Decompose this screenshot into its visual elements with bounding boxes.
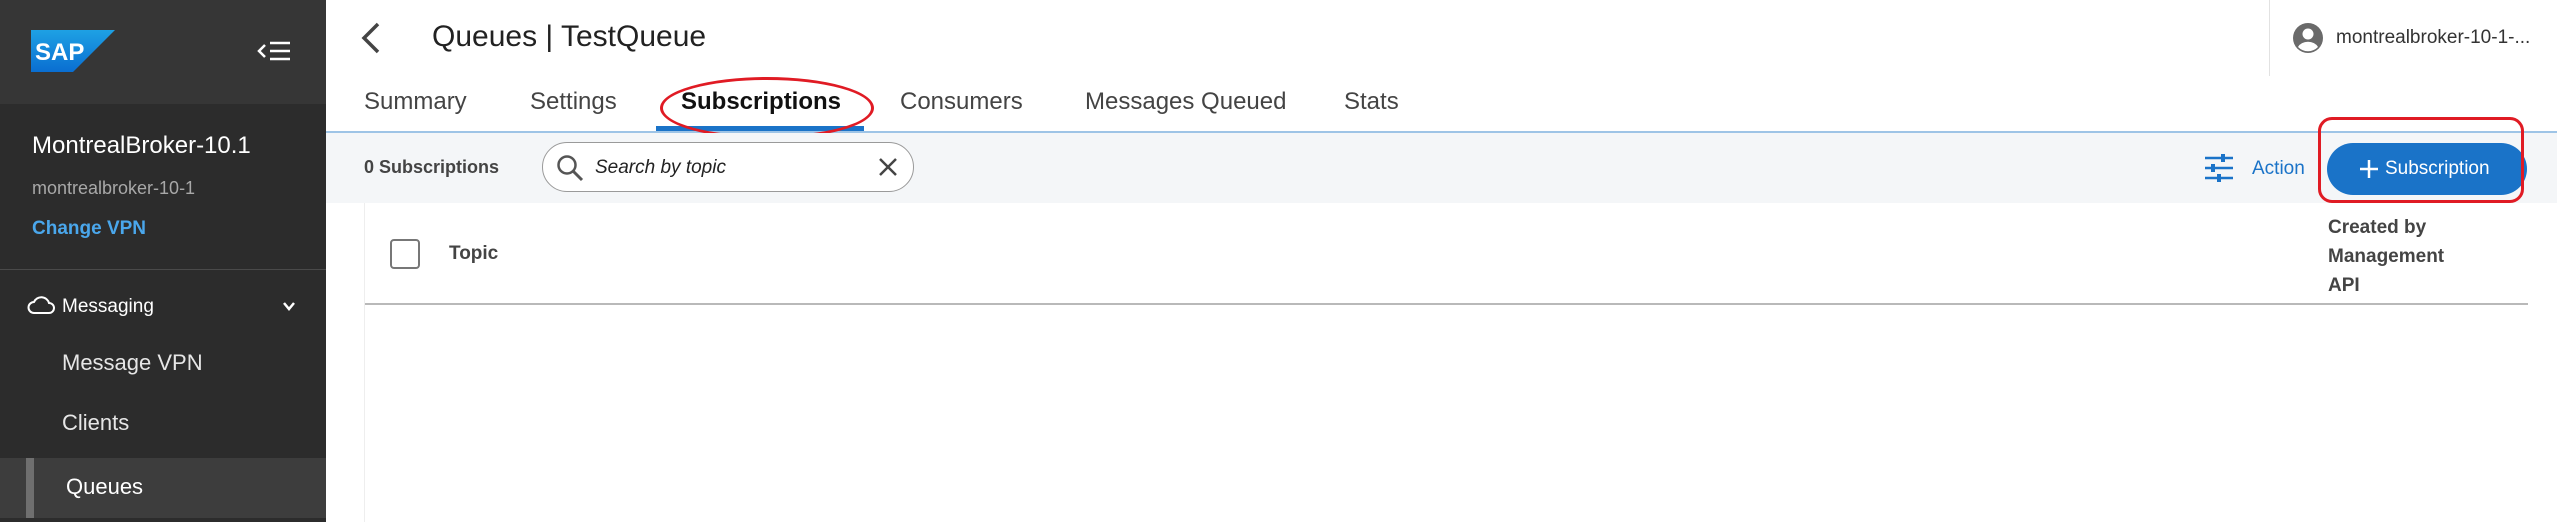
nav-section-label: Messaging bbox=[62, 296, 154, 317]
chevron-down-icon bbox=[283, 302, 295, 311]
toolbar: 0 Subscriptions Search by topic Action S… bbox=[326, 117, 2557, 203]
back-arrow-icon[interactable] bbox=[354, 20, 388, 56]
sap-logo: SAP bbox=[31, 30, 115, 72]
user-name: montrealbroker-10-1-... bbox=[2336, 27, 2531, 48]
change-vpn-link[interactable]: Change VPN bbox=[32, 218, 146, 240]
broker-name: MontrealBroker-10.1 bbox=[32, 132, 251, 159]
select-all-checkbox[interactable] bbox=[390, 239, 420, 269]
sidebar-header: SAP bbox=[0, 0, 326, 104]
tab-settings[interactable]: Settings bbox=[530, 88, 617, 116]
user-menu[interactable]: montrealbroker-10-1-... bbox=[2269, 0, 2557, 76]
tab-consumers[interactable]: Consumers bbox=[900, 88, 1023, 116]
search-icon bbox=[557, 155, 584, 182]
close-icon[interactable] bbox=[877, 156, 899, 178]
table-header: Topic Created by Management API bbox=[365, 203, 2528, 305]
tab-stats[interactable]: Stats bbox=[1344, 88, 1399, 116]
add-subscription-label: Subscription bbox=[2385, 158, 2490, 179]
action-button[interactable]: Action bbox=[2202, 151, 2316, 185]
sliders-icon bbox=[2205, 154, 2233, 182]
add-subscription-button[interactable]: Subscription bbox=[2327, 143, 2527, 195]
tab-summary[interactable]: Summary bbox=[364, 88, 467, 116]
broker-info: MontrealBroker-10.1 montrealbroker-10-1 … bbox=[0, 104, 326, 270]
active-tab-indicator bbox=[656, 126, 864, 131]
subscription-count: 0 Subscriptions bbox=[364, 157, 500, 177]
subscriptions-table: Topic Created by Management API bbox=[364, 203, 2528, 522]
collapse-sidebar-icon[interactable] bbox=[256, 36, 292, 66]
tab-bar: Summary Settings Subscriptions Consumers… bbox=[326, 76, 2557, 139]
cloud-icon bbox=[27, 296, 55, 314]
sap-logo-text: SAP bbox=[35, 39, 84, 66]
column-header-topic[interactable]: Topic bbox=[449, 243, 498, 265]
tab-subscriptions[interactable]: Subscriptions bbox=[681, 88, 841, 116]
nav-section-messaging[interactable]: Messaging bbox=[0, 284, 326, 330]
search-input[interactable] bbox=[595, 154, 865, 182]
sidebar-item-message-vpn[interactable]: Message VPN bbox=[0, 334, 326, 394]
tab-messages-queued[interactable]: Messages Queued bbox=[1085, 88, 1286, 116]
page-header: Queues | TestQueue montrealbroker-10-1-.… bbox=[326, 0, 2557, 76]
search-field[interactable] bbox=[542, 142, 914, 192]
column-header-created-by-management-api[interactable]: Created by Management API bbox=[2328, 213, 2478, 300]
sidebar: SAP MontrealBroker-10.1 montrealbroker-1… bbox=[0, 0, 326, 522]
sidebar-item-label: Queues bbox=[66, 474, 144, 499]
main-content: Queues | TestQueue montrealbroker-10-1-.… bbox=[326, 0, 2557, 522]
page-title: Queues | TestQueue bbox=[432, 20, 707, 53]
sidebar-item-label: Clients bbox=[62, 410, 130, 435]
sidebar-item-queues[interactable]: Queues bbox=[0, 458, 326, 518]
plus-icon bbox=[2360, 160, 2378, 178]
action-label: Action bbox=[2252, 158, 2305, 179]
sidebar-item-label: Message VPN bbox=[62, 350, 203, 375]
sidebar-item-clients[interactable]: Clients bbox=[0, 394, 326, 454]
user-avatar-icon bbox=[2293, 23, 2323, 53]
broker-id: montrealbroker-10-1 bbox=[32, 178, 196, 198]
